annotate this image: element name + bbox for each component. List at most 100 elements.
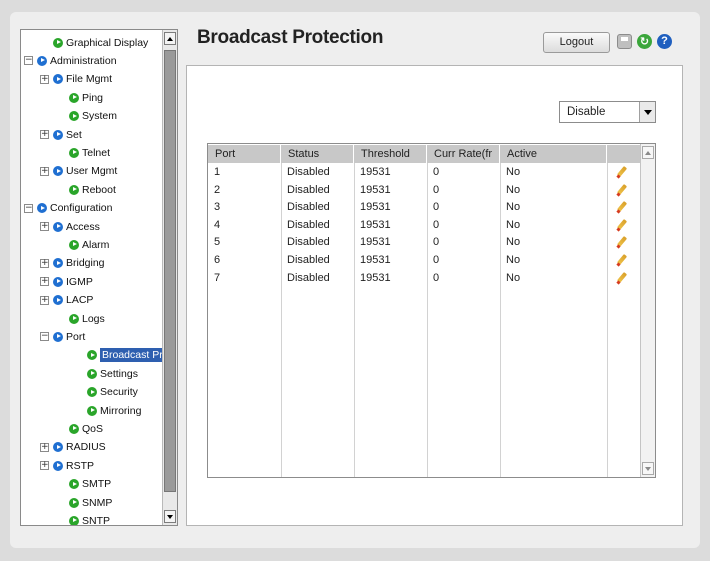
tree-item-sntp[interactable]: SNTP bbox=[69, 512, 110, 525]
column-header[interactable]: Curr Rate(fr bbox=[427, 145, 500, 163]
table-cell: No bbox=[506, 218, 521, 231]
tree-item-snmp[interactable]: SNMP bbox=[69, 494, 112, 511]
save-icon[interactable] bbox=[617, 34, 632, 49]
tree-item-label: User Mgmt bbox=[66, 165, 118, 178]
table-cell: 6 bbox=[214, 254, 221, 266]
tree-item-graphical-display[interactable]: Graphical Display bbox=[53, 34, 148, 51]
logout-button[interactable]: Logout bbox=[543, 32, 610, 53]
pencil-edit-icon[interactable] bbox=[616, 273, 628, 285]
tree-item-label: QoS bbox=[82, 422, 104, 435]
expand-icon[interactable]: + bbox=[40, 442, 49, 452]
expand-icon[interactable]: + bbox=[40, 295, 49, 305]
tree-item-access[interactable]: + Access bbox=[40, 218, 100, 235]
table-cell: Disabled bbox=[287, 218, 330, 231]
tree-item-label: System bbox=[82, 110, 118, 123]
tree-item-settings[interactable]: Settings bbox=[87, 365, 138, 382]
expand-icon[interactable]: + bbox=[40, 258, 49, 268]
tree-item-mirroring[interactable]: Mirroring bbox=[87, 402, 141, 419]
tree-item-set[interactable]: + Set bbox=[40, 126, 82, 143]
table-cell: 19531 bbox=[360, 183, 391, 196]
tree-item-administration[interactable]: − Administration bbox=[24, 52, 117, 69]
green-arrow-icon bbox=[69, 111, 79, 122]
table-cell: Disabled bbox=[287, 183, 330, 196]
expand-icon[interactable]: + bbox=[40, 166, 49, 176]
pencil-edit-icon[interactable] bbox=[616, 255, 628, 267]
tree-item-bridging[interactable]: + Bridging bbox=[40, 255, 105, 272]
column-header[interactable]: Port bbox=[208, 145, 281, 163]
green-arrow-icon bbox=[69, 423, 79, 434]
table-cell: Disabled bbox=[287, 201, 330, 214]
chevron-down-icon[interactable] bbox=[639, 102, 655, 122]
table-cell: 0 bbox=[433, 183, 440, 196]
collapse-icon[interactable]: − bbox=[24, 203, 33, 213]
help-icon[interactable]: ? bbox=[657, 34, 672, 49]
expand-icon[interactable]: + bbox=[40, 461, 49, 471]
tree-item-smtp[interactable]: SMTP bbox=[69, 476, 111, 493]
tree-scrollbar[interactable] bbox=[162, 30, 177, 525]
table-cell: 2 bbox=[214, 183, 221, 196]
pencil-edit-icon[interactable] bbox=[616, 220, 628, 232]
expand-icon[interactable]: + bbox=[40, 222, 49, 231]
tree-item-user-mgmt[interactable]: + User Mgmt bbox=[40, 163, 117, 180]
pencil-edit-icon[interactable] bbox=[616, 185, 628, 197]
tree-item-label: Mirroring bbox=[100, 404, 142, 417]
tree-item-lacp[interactable]: + LACP bbox=[40, 292, 93, 309]
tree-item-label: Configuration bbox=[50, 202, 113, 215]
scroll-thumb[interactable] bbox=[164, 50, 176, 492]
expand-icon[interactable]: + bbox=[40, 277, 49, 287]
table-cell: 19531 bbox=[360, 166, 391, 178]
blue-arrow-icon bbox=[53, 166, 63, 177]
tree-item-igmp[interactable]: + IGMP bbox=[40, 273, 93, 290]
column-header[interactable]: Threshold bbox=[354, 145, 427, 163]
refresh-icon[interactable]: ↻ bbox=[637, 34, 652, 49]
tree-item-file-mgmt[interactable]: + File Mgmt bbox=[40, 71, 112, 88]
blue-arrow-icon bbox=[37, 55, 47, 66]
tree-item-telnet[interactable]: Telnet bbox=[69, 144, 110, 161]
blue-arrow-icon bbox=[53, 276, 63, 287]
pencil-edit-icon[interactable] bbox=[616, 202, 628, 214]
expand-icon[interactable]: + bbox=[40, 130, 49, 139]
green-arrow-icon bbox=[87, 405, 97, 416]
tree-item-label: Graphical Display bbox=[66, 36, 149, 49]
pencil-edit-icon[interactable] bbox=[616, 167, 628, 179]
table-scroll-down-button[interactable] bbox=[642, 462, 654, 475]
blue-arrow-icon bbox=[53, 331, 63, 342]
green-arrow-icon bbox=[69, 239, 79, 250]
expand-icon[interactable]: + bbox=[40, 74, 49, 84]
tree-item-label: LACP bbox=[66, 294, 94, 307]
scroll-down-button[interactable] bbox=[164, 510, 176, 523]
column-header[interactable]: Active bbox=[500, 145, 607, 163]
table-cell: No bbox=[506, 183, 521, 196]
table-cell: 4 bbox=[214, 218, 221, 231]
tree-item-reboot[interactable]: Reboot bbox=[69, 181, 116, 198]
table-cell: Disabled bbox=[287, 166, 330, 178]
tree-item-logs[interactable]: Logs bbox=[69, 310, 105, 327]
tree-item-configuration[interactable]: − Configuration bbox=[24, 200, 112, 217]
column-header-edit bbox=[607, 145, 641, 163]
tree-item-rstp[interactable]: + RSTP bbox=[40, 457, 94, 474]
green-arrow-icon bbox=[87, 350, 97, 361]
tree-item-system[interactable]: System bbox=[69, 108, 117, 125]
table-cell: 3 bbox=[214, 201, 221, 214]
tree-items: Graphical Display − Administration + File Mg… bbox=[21, 30, 177, 525]
table-cell: 1 bbox=[214, 166, 221, 178]
scroll-up-button[interactable] bbox=[164, 32, 176, 45]
tree-item-label: IGMP bbox=[66, 275, 93, 288]
tree-item-radius[interactable]: + RADIUS bbox=[40, 439, 106, 456]
tree-item-qos[interactable]: QoS bbox=[69, 420, 103, 437]
column-header[interactable]: Status bbox=[281, 145, 354, 163]
collapse-icon[interactable]: − bbox=[40, 332, 49, 342]
tree-item-port[interactable]: − Port bbox=[40, 328, 85, 345]
tree-item-security[interactable]: Security bbox=[87, 384, 138, 401]
pencil-edit-icon[interactable] bbox=[616, 237, 628, 249]
protection-mode-select[interactable]: Disable bbox=[559, 101, 656, 123]
collapse-icon[interactable]: − bbox=[24, 56, 33, 66]
tree-item-alarm[interactable]: Alarm bbox=[69, 236, 109, 253]
table-scrollbar[interactable] bbox=[640, 144, 655, 477]
table-cell: 19531 bbox=[360, 236, 391, 249]
table-cell: 19531 bbox=[360, 201, 391, 214]
green-arrow-icon bbox=[69, 313, 79, 324]
tree-item-ping[interactable]: Ping bbox=[69, 89, 103, 106]
table-scroll-up-button[interactable] bbox=[642, 146, 654, 159]
table-cell: Disabled bbox=[287, 271, 330, 284]
